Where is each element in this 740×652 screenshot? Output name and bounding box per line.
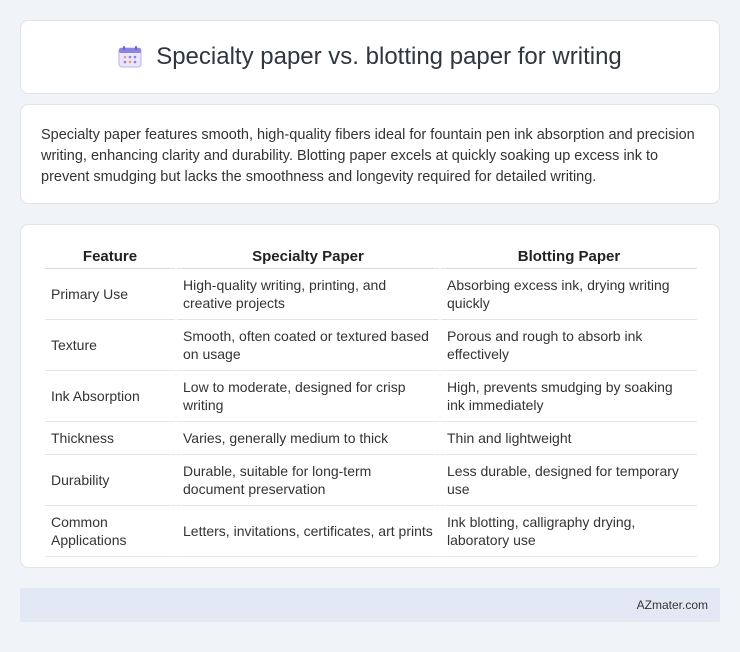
blotting-cell: High, prevents smudging by soaking ink i… (441, 371, 697, 422)
specialty-cell: Varies, generally medium to thick (177, 422, 439, 455)
title-wrap: Specialty paper vs. blotting paper for w… (118, 43, 622, 71)
blotting-cell: Absorbing excess ink, drying writing qui… (441, 269, 697, 320)
table-row: Common Applications Letters, invitations… (45, 506, 697, 557)
summary-text: Specialty paper features smooth, high-qu… (41, 127, 695, 185)
footer: AZmater.com (20, 588, 720, 622)
table-header-row: Feature Specialty Paper Blotting Paper (45, 245, 697, 269)
feature-cell: Primary Use (45, 269, 175, 320)
blotting-cell: Ink blotting, calligraphy drying, labora… (441, 506, 697, 557)
specialty-cell: Smooth, often coated or textured based o… (177, 320, 439, 371)
table-row: Durability Durable, suitable for long-te… (45, 455, 697, 506)
footer-brand: AZmater.com (636, 598, 708, 612)
comparison-table: Feature Specialty Paper Blotting Paper P… (43, 245, 699, 557)
specialty-cell: Durable, suitable for long-term document… (177, 455, 439, 506)
specialty-cell: High-quality writing, printing, and crea… (177, 269, 439, 320)
blotting-cell: Thin and lightweight (441, 422, 697, 455)
header-specialty-paper: Specialty Paper (177, 245, 439, 269)
feature-cell: Durability (45, 455, 175, 506)
table-row: Primary Use High-quality writing, printi… (45, 269, 697, 320)
table-row: Ink Absorption Low to moderate, designed… (45, 371, 697, 422)
page-title: Specialty paper vs. blotting paper for w… (156, 43, 622, 70)
title-card: Specialty paper vs. blotting paper for w… (20, 20, 720, 94)
specialty-cell: Low to moderate, designed for crisp writ… (177, 371, 439, 422)
feature-cell: Texture (45, 320, 175, 371)
header-feature: Feature (45, 245, 175, 269)
header-blotting-paper: Blotting Paper (441, 245, 697, 269)
blotting-cell: Porous and rough to absorb ink effective… (441, 320, 697, 371)
calendar-icon (118, 46, 142, 68)
feature-cell: Common Applications (45, 506, 175, 557)
feature-cell: Ink Absorption (45, 371, 175, 422)
feature-cell: Thickness (45, 422, 175, 455)
table-row: Texture Smooth, often coated or textured… (45, 320, 697, 371)
blotting-cell: Less durable, designed for temporary use (441, 455, 697, 506)
specialty-cell: Letters, invitations, certificates, art … (177, 506, 439, 557)
table-row: Thickness Varies, generally medium to th… (45, 422, 697, 455)
comparison-table-card: Feature Specialty Paper Blotting Paper P… (20, 224, 720, 568)
summary-card: Specialty paper features smooth, high-qu… (20, 104, 720, 204)
